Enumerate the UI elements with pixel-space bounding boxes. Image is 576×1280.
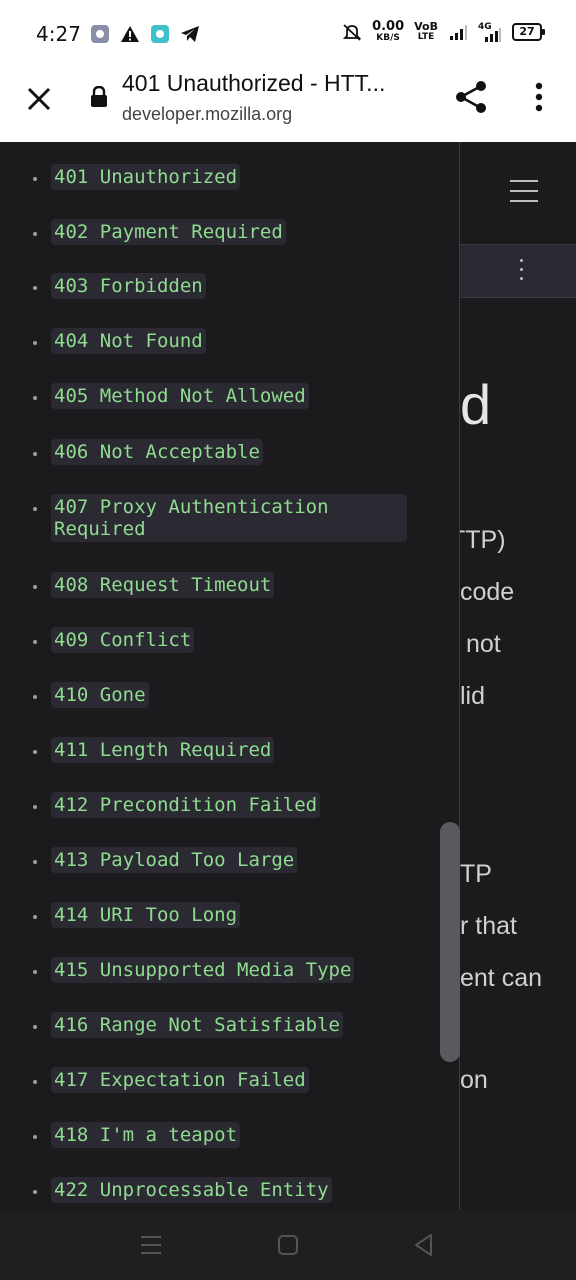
bullet: [33, 860, 37, 864]
bullet: [33, 177, 37, 181]
background-text-fragment: code: [460, 578, 515, 606]
status-code-link[interactable]: 405 Method Not Allowed: [51, 383, 309, 409]
system-navigation-bar: [0, 1210, 576, 1280]
bullet: [33, 396, 37, 400]
status-time: 4:27: [36, 22, 81, 46]
signal-4g-icon: 4G: [478, 22, 502, 42]
background-page: d TTP) code not lid TP r that ent can on: [450, 142, 576, 1210]
battery-indicator: 27: [512, 22, 545, 41]
status-code-link[interactable]: 406 Not Acceptable: [51, 439, 263, 465]
status-code-link[interactable]: 407 Proxy Authentication Required: [51, 494, 407, 542]
status-code-link[interactable]: 413 Payload Too Large: [51, 847, 298, 873]
bullet: [33, 232, 37, 236]
background-text-fragment: r that: [460, 912, 517, 940]
network-speed: 0.00 KB/S: [372, 20, 404, 43]
home-icon[interactable]: [275, 1232, 301, 1258]
app-notification-icon: [151, 25, 169, 43]
recent-apps-icon[interactable]: [138, 1232, 164, 1258]
browser-toolbar: 401 Unauthorized - HTT... developer.mozi…: [0, 64, 576, 143]
bullet: [33, 805, 37, 809]
status-code-link[interactable]: 415 Unsupported Media Type: [51, 957, 355, 983]
page-url[interactable]: developer.mozilla.org: [122, 104, 292, 125]
web-content: d TTP) code not lid TP r that ent can on…: [0, 142, 576, 1210]
status-code-link[interactable]: 422 Unprocessable Entity: [51, 1177, 332, 1203]
back-icon[interactable]: [411, 1232, 437, 1258]
signal-bars-icon: [485, 27, 501, 42]
status-bar: 4:27 0.00 KB/S VoB LTE 4G 27: [0, 0, 576, 64]
bullet: [33, 1135, 37, 1139]
status-code-link[interactable]: 417 Expectation Failed: [51, 1067, 309, 1093]
background-text-fragment: on: [460, 1066, 488, 1094]
bullet: [33, 452, 37, 456]
bullet: [33, 507, 37, 511]
network-speed-unit: KB/S: [376, 33, 400, 43]
status-code-link[interactable]: 404 Not Found: [51, 328, 206, 354]
status-code-link[interactable]: 408 Request Timeout: [51, 572, 275, 598]
background-text-fragment: ent can: [460, 964, 543, 992]
lock-icon[interactable]: [90, 86, 108, 108]
bullet: [33, 1190, 37, 1194]
bullet: [33, 750, 37, 754]
menu-icon[interactable]: [510, 180, 538, 202]
share-icon[interactable]: [452, 78, 490, 116]
warning-icon: [121, 26, 139, 42]
system-status-icons: 0.00 KB/S VoB LTE 4G 27: [342, 20, 545, 43]
volte-indicator: VoB LTE: [414, 21, 438, 42]
scrollbar-thumb[interactable]: [440, 822, 460, 1062]
status-code-link[interactable]: 411 Length Required: [51, 737, 275, 763]
bullet: [33, 970, 37, 974]
status-code-link[interactable]: 410 Gone: [51, 682, 149, 708]
page-title[interactable]: 401 Unauthorized - HTT...: [122, 70, 385, 97]
status-code-link[interactable]: 401 Unauthorized: [51, 164, 241, 190]
background-text-fragment: lid: [460, 682, 486, 710]
background-toolbar: [460, 244, 576, 298]
notification-icons: [90, 24, 200, 44]
bullet: [33, 640, 37, 644]
bullet: [33, 286, 37, 290]
close-icon[interactable]: [22, 82, 56, 116]
network-speed-value: 0.00: [372, 19, 405, 34]
status-code-link[interactable]: 416 Range Not Satisfiable: [51, 1012, 343, 1038]
signal-icon: [450, 24, 467, 40]
app-notification-icon: [91, 25, 109, 43]
mute-icon: [342, 23, 362, 41]
status-code-link[interactable]: 418 I'm a teapot: [51, 1122, 241, 1148]
bullet: [33, 915, 37, 919]
background-text-fragment: TP: [460, 860, 492, 888]
bullet: [33, 1025, 37, 1029]
bullet: [33, 1080, 37, 1084]
volte-bottom: LTE: [417, 32, 435, 42]
bullet: [33, 585, 37, 589]
telegram-icon: [181, 26, 199, 42]
status-code-link[interactable]: 402 Payment Required: [51, 219, 286, 245]
status-code-link[interactable]: 414 URI Too Long: [51, 902, 241, 928]
status-code-sidebar: 401 Unauthorized 402 Payment Required 40…: [0, 142, 460, 1210]
bullet: [33, 695, 37, 699]
volte-top: VoB: [414, 20, 438, 33]
bullet: [33, 341, 37, 345]
more-options-icon[interactable]: [520, 259, 524, 286]
status-code-link[interactable]: 409 Conflict: [51, 627, 195, 653]
status-code-link[interactable]: 412 Precondition Failed: [51, 792, 321, 818]
more-options-icon[interactable]: [524, 78, 554, 116]
battery-level: 27: [519, 24, 535, 38]
background-heading-fragment: d: [460, 373, 492, 436]
status-code-link[interactable]: 403 Forbidden: [51, 273, 206, 299]
background-text-fragment: not: [466, 630, 501, 658]
